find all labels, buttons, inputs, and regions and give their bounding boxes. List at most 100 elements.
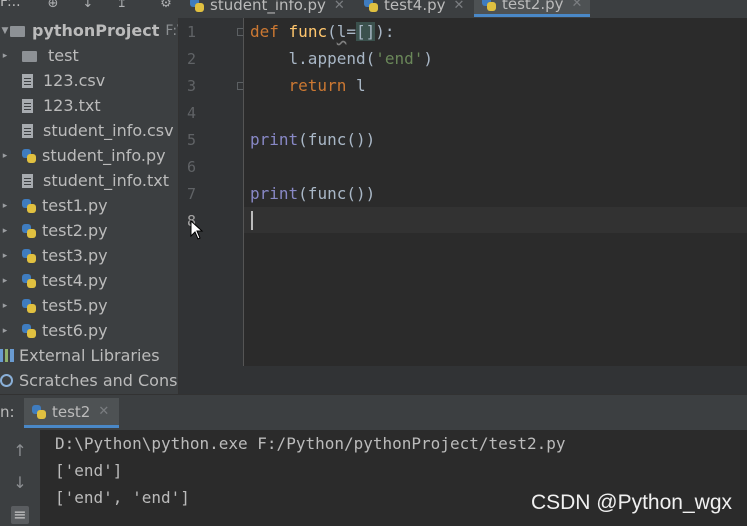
line-number: 7 bbox=[186, 185, 196, 203]
operator: = bbox=[346, 22, 356, 41]
tree-item-test4-py[interactable]: ▸ test4.py bbox=[0, 268, 108, 293]
locate-icon[interactable]: ⊕ bbox=[45, 0, 61, 12]
project-path-fragment: F:.. bbox=[0, 0, 21, 10]
file-icon bbox=[22, 98, 33, 113]
line-number: 1 bbox=[186, 23, 196, 41]
console-line: D:\Python\python.exe F:/Python/pythonPro… bbox=[55, 434, 566, 453]
settings-icon[interactable]: ⚙ bbox=[158, 0, 174, 12]
arrow-down-icon[interactable]: ↓ bbox=[11, 474, 29, 492]
line-number: 6 bbox=[186, 158, 196, 176]
tree-item-label: test2.py bbox=[42, 221, 108, 240]
scratches-icon bbox=[0, 374, 13, 387]
tree-item-label: Scratches and Conso bbox=[19, 371, 178, 390]
python-file-icon bbox=[22, 273, 36, 288]
tree-item-test2-py[interactable]: ▸ test2.py bbox=[0, 218, 108, 243]
python-file-icon bbox=[190, 0, 204, 12]
tree-item-123-csv[interactable]: 123.csv bbox=[22, 68, 105, 93]
tree-item-123-txt[interactable]: 123.txt bbox=[22, 93, 101, 118]
code-line-1[interactable]: def func(l=[]): bbox=[250, 22, 395, 41]
project-tree: ▼ pythonProject F:\Py ▸ test 123.csv 123… bbox=[0, 18, 178, 394]
python-file-icon bbox=[364, 0, 378, 12]
tree-root-path: F:\Py bbox=[165, 22, 178, 39]
close-icon[interactable]: ✕ bbox=[454, 0, 465, 13]
tree-root[interactable]: ▼ pythonProject F:\Py bbox=[0, 18, 178, 43]
tree-item-test5-py[interactable]: ▸ test5.py bbox=[0, 293, 108, 318]
close-icon[interactable]: ✕ bbox=[98, 404, 109, 419]
tree-item-test-folder[interactable]: ▸ test bbox=[0, 43, 79, 68]
tree-item-student-info-txt[interactable]: student_info.txt bbox=[22, 168, 169, 193]
builtin: print bbox=[250, 130, 299, 149]
paren: ): bbox=[375, 22, 395, 41]
text-caret bbox=[251, 211, 253, 230]
tree-item-label: External Libraries bbox=[19, 346, 160, 365]
collapse-icon[interactable]: ↧ bbox=[80, 0, 96, 12]
tree-item-student-info-py[interactable]: ▸ student_info.py bbox=[0, 143, 166, 168]
builtin: print bbox=[250, 184, 299, 203]
method-call: .append( bbox=[298, 49, 376, 68]
tree-item-label: test4.py bbox=[42, 271, 108, 290]
python-file-icon bbox=[22, 198, 36, 213]
tree-item-scratches[interactable]: Scratches and Conso bbox=[0, 368, 178, 393]
code-line-7[interactable]: print(func()) bbox=[250, 184, 375, 203]
mouse-pointer-icon bbox=[190, 220, 204, 240]
string-literal: 'end' bbox=[375, 49, 424, 68]
paren: ) bbox=[423, 49, 434, 68]
parameter: l bbox=[336, 22, 347, 41]
chevron-right-icon[interactable]: ▸ bbox=[0, 276, 10, 286]
file-icon bbox=[22, 73, 33, 88]
tree-item-test1-py[interactable]: ▸ test1.py bbox=[0, 193, 108, 218]
chevron-right-icon[interactable]: ▸ bbox=[0, 226, 10, 236]
line-number-gutter: 1 2 3 4 5 6 7 8 bbox=[179, 18, 243, 366]
code-line-5[interactable]: print(func()) bbox=[250, 130, 375, 149]
expand-icon[interactable]: ↥ bbox=[114, 0, 130, 12]
tree-root-label: pythonProject bbox=[32, 21, 160, 40]
keyword: def bbox=[250, 22, 279, 41]
folder-icon bbox=[22, 51, 37, 62]
tab-student-info[interactable]: student_info.py ✕ bbox=[190, 0, 345, 17]
code-line-2[interactable]: l.append('end') bbox=[250, 49, 434, 68]
tree-item-external-libraries[interactable]: External Libraries bbox=[0, 343, 160, 368]
console-line: ['end', 'end'] bbox=[55, 488, 190, 507]
tree-item-label: student_info.py bbox=[42, 146, 166, 165]
tree-item-test3-py[interactable]: ▸ test3.py bbox=[0, 243, 108, 268]
run-panel-prefix: n: bbox=[0, 403, 15, 421]
close-icon[interactable]: ✕ bbox=[334, 0, 345, 13]
line-number: 4 bbox=[186, 104, 196, 122]
call-expression: (func()) bbox=[298, 130, 376, 149]
tree-item-student-info-csv[interactable]: student_info.csv bbox=[22, 118, 174, 143]
chevron-right-icon[interactable]: ▸ bbox=[0, 251, 10, 261]
chevron-right-icon[interactable]: ▸ bbox=[0, 301, 10, 311]
chevron-right-icon[interactable]: ▸ bbox=[0, 151, 10, 161]
tree-item-label: 123.txt bbox=[43, 96, 101, 115]
chevron-right-icon[interactable]: ▸ bbox=[0, 201, 10, 211]
python-file-icon bbox=[32, 404, 46, 419]
tab-label: student_info.py bbox=[210, 0, 326, 14]
python-file-icon bbox=[22, 323, 36, 338]
call-expression: (func()) bbox=[298, 184, 376, 203]
file-icon bbox=[22, 173, 33, 188]
tree-item-label: student_info.csv bbox=[43, 121, 174, 140]
code-line-3[interactable]: return l bbox=[250, 76, 366, 95]
tree-item-label: test5.py bbox=[42, 296, 108, 315]
tree-item-label: test3.py bbox=[42, 246, 108, 265]
chevron-right-icon[interactable]: ▸ bbox=[0, 51, 10, 61]
chevron-down-icon[interactable]: ▼ bbox=[0, 26, 10, 36]
function-name: func bbox=[288, 22, 328, 41]
editor-footer bbox=[179, 366, 747, 394]
tab-test4[interactable]: test4.py ✕ bbox=[364, 0, 464, 17]
watermark: CSDN @Python_wgx bbox=[530, 491, 732, 514]
python-file-icon bbox=[482, 0, 496, 11]
close-icon[interactable]: ✕ bbox=[572, 0, 583, 11]
paren: ( bbox=[327, 22, 337, 41]
run-tab-test2[interactable]: test2 ✕ bbox=[24, 398, 120, 428]
tab-test2[interactable]: test2.py ✕ bbox=[474, 0, 591, 17]
current-line-highlight bbox=[244, 207, 747, 233]
chevron-right-icon[interactable]: ▸ bbox=[0, 326, 10, 336]
tab-label: test4.py bbox=[384, 0, 446, 14]
tree-item-label: 123.csv bbox=[43, 71, 106, 90]
arrow-up-icon[interactable]: ↑ bbox=[11, 442, 29, 460]
tree-item-test6-py[interactable]: ▸ test6.py bbox=[0, 318, 108, 343]
folder-icon bbox=[10, 26, 25, 37]
variable: l bbox=[346, 76, 366, 95]
soft-wrap-icon[interactable]: ≡ bbox=[11, 506, 29, 524]
